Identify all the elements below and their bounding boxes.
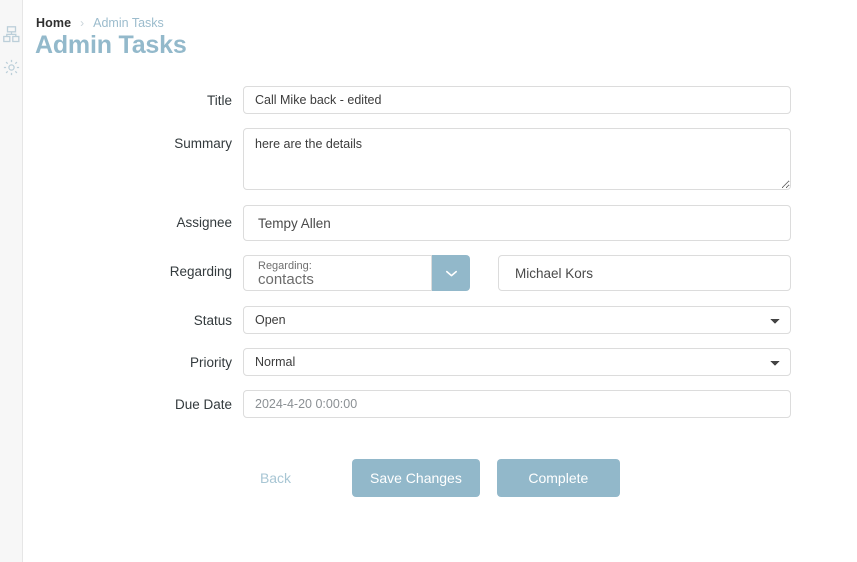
regarding-type-combo: Regarding: contacts bbox=[243, 255, 470, 291]
priority-select[interactable]: Normal bbox=[243, 348, 791, 376]
title-label: Title bbox=[206, 93, 232, 108]
page-title: Admin Tasks bbox=[35, 31, 187, 59]
regarding-label: Regarding bbox=[169, 264, 232, 279]
back-button[interactable]: Back bbox=[243, 459, 308, 497]
due-date-input[interactable] bbox=[243, 390, 791, 418]
complete-button[interactable]: Complete bbox=[496, 459, 620, 497]
breadcrumb-separator-icon: › bbox=[80, 16, 85, 30]
summary-textarea[interactable]: here are the details bbox=[243, 128, 791, 190]
breadcrumb: Home › Admin Tasks bbox=[36, 15, 164, 31]
summary-label: Summary bbox=[174, 136, 232, 151]
sitemap-icon[interactable] bbox=[2, 26, 20, 43]
regarding-target-input[interactable] bbox=[498, 255, 791, 291]
form-actions: Back Save Changes Complete bbox=[243, 459, 620, 497]
breadcrumb-current[interactable]: Admin Tasks bbox=[93, 15, 164, 31]
chevron-down-icon bbox=[445, 269, 458, 278]
regarding-type-value: contacts bbox=[258, 271, 314, 288]
regarding-type-display[interactable]: Regarding: contacts bbox=[243, 255, 432, 291]
status-select[interactable]: Open bbox=[243, 306, 791, 334]
status-label: Status bbox=[193, 313, 232, 328]
save-changes-button[interactable]: Save Changes bbox=[352, 459, 480, 497]
left-sidebar bbox=[0, 0, 23, 562]
admin-tasks-page: Home › Admin Tasks Admin Tasks Title Sum… bbox=[0, 0, 857, 562]
title-input[interactable] bbox=[243, 86, 791, 114]
assignee-input[interactable] bbox=[243, 205, 791, 241]
regarding-dropdown-button[interactable] bbox=[432, 255, 470, 291]
due-date-label: Due Date bbox=[174, 397, 232, 412]
priority-label: Priority bbox=[189, 355, 232, 370]
gear-icon[interactable] bbox=[3, 59, 20, 76]
breadcrumb-home[interactable]: Home bbox=[36, 15, 71, 31]
assignee-label: Assignee bbox=[176, 215, 232, 230]
